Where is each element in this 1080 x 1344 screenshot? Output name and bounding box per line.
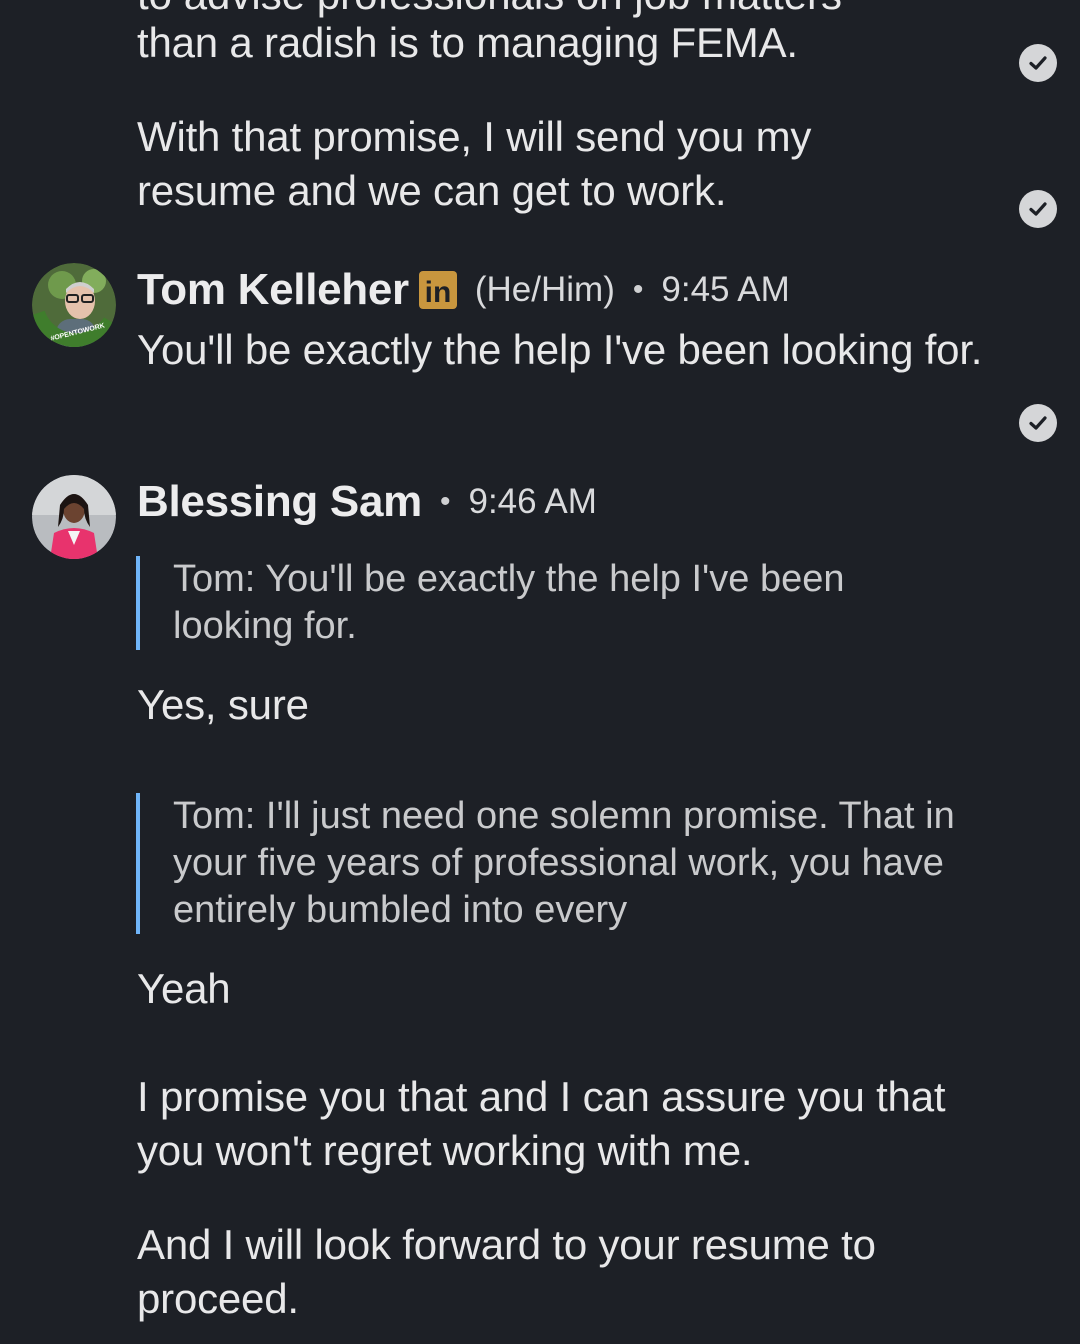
avatar-tom-kelleher[interactable]: #OPENTOWORK — [32, 263, 116, 347]
message-text: Yes, sure — [137, 681, 309, 728]
sender-name[interactable]: Tom Kelleher — [137, 265, 409, 315]
message-timestamp: 9:46 AM — [468, 482, 597, 521]
message-timestamp: 9:45 AM — [661, 270, 790, 309]
avatar-blessing-sam[interactable] — [32, 475, 116, 559]
linkedin-badge-text: in — [425, 276, 452, 309]
quoted-message[interactable]: Tom: You'll be exactly the help I've bee… — [136, 556, 933, 650]
message-text: With that promise, I will send you my re… — [137, 113, 812, 214]
message-text: Yeah — [137, 965, 231, 1012]
avatar-photo: #OPENTOWORK — [32, 263, 116, 347]
message-text: You'll be exactly the help I've been loo… — [137, 326, 983, 373]
sender-header-blessing: Blessing Sam • 9:46 AM — [137, 474, 597, 530]
separator-dot: • — [632, 273, 644, 306]
quoted-message[interactable]: Tom: I'll just need one solemn promise. … — [136, 793, 973, 934]
sender-pronouns: (He/Him) — [474, 270, 615, 309]
message-text: I promise you that and I can assure you … — [137, 1073, 946, 1174]
chat-thread: to advise professionals on job matters t… — [0, 0, 1080, 1344]
quoted-message-text: Tom: I'll just need one solemn promise. … — [173, 795, 955, 931]
check-circle-icon — [1019, 404, 1057, 442]
quoted-message-text: Tom: You'll be exactly the help I've bee… — [173, 558, 845, 647]
check-circle-icon — [1019, 44, 1057, 82]
sender-name[interactable]: Blessing Sam — [137, 477, 422, 527]
message-text: And I will look forward to your resume t… — [137, 1221, 876, 1322]
sender-header-tom: Tom Kelleher in (He/Him) • 9:45 AM — [137, 262, 790, 318]
check-circle-icon — [1019, 190, 1057, 228]
message-text: than a radish is to managing FEMA. — [137, 19, 798, 66]
linkedin-icon: in — [418, 271, 457, 309]
separator-dot: • — [439, 485, 451, 518]
avatar-photo — [32, 475, 116, 559]
